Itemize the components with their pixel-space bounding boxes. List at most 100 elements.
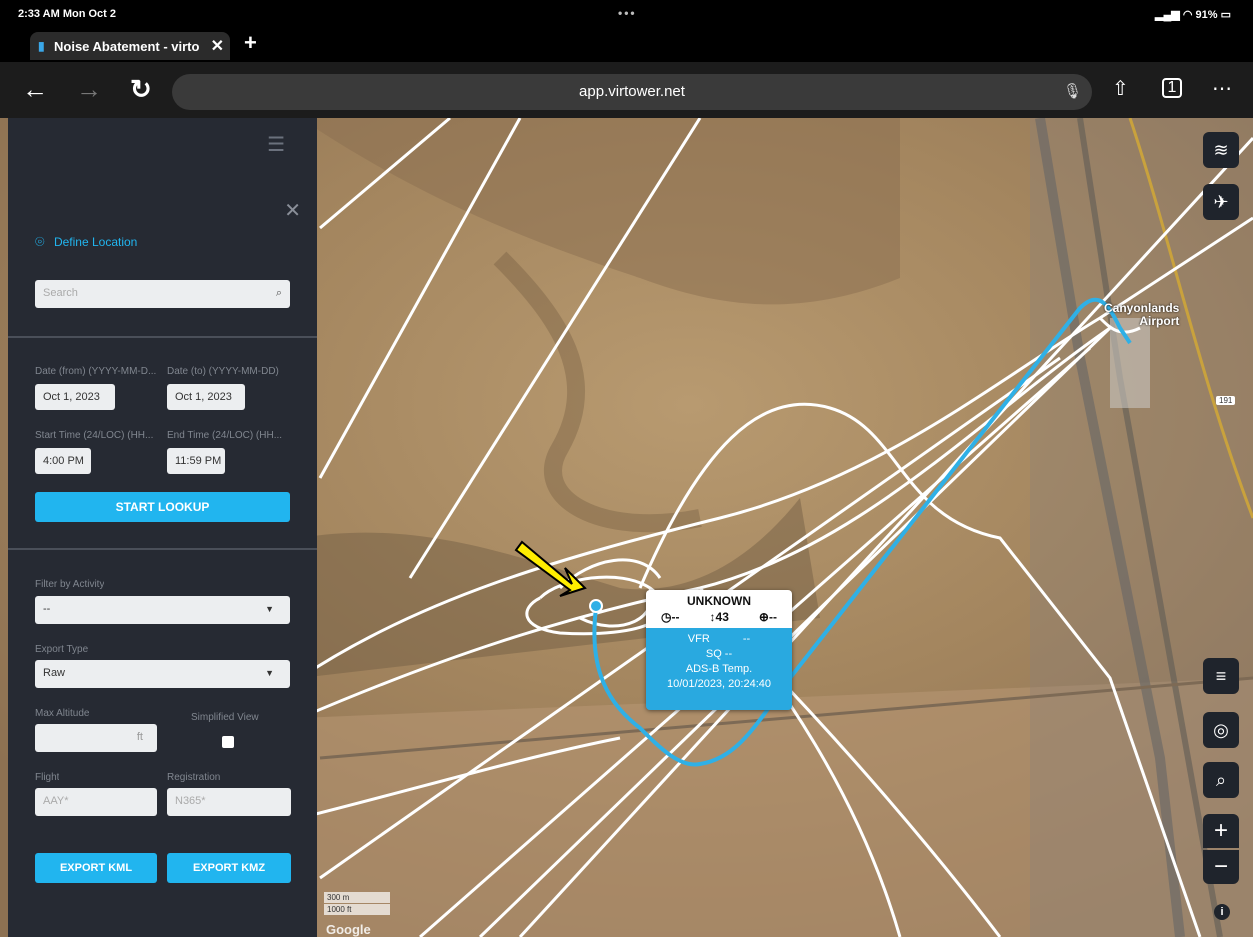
zoom-out-button[interactable]: − (1203, 850, 1239, 884)
altitude-metric: ↕43 (710, 610, 729, 624)
plus-icon: + (1213, 817, 1228, 844)
microphone-icon[interactable]: 🎙 (1063, 74, 1082, 110)
crosshair-icon: ◎ (1213, 720, 1229, 740)
back-button[interactable]: ← (22, 74, 48, 105)
start-time-input[interactable]: 4:00 PM (35, 448, 91, 474)
search-favorites-button[interactable]: ⌕ (1203, 762, 1239, 798)
export-type-label: Export Type (35, 644, 89, 655)
data-source: ADS-B Temp. (685, 663, 753, 675)
start-lookup-button[interactable]: START LOOKUP (35, 492, 290, 522)
filter-icon: ≡ (1215, 666, 1227, 686)
dropdown-arrow-icon: ▼ (265, 604, 274, 614)
flight-rules: VFR (687, 633, 710, 645)
close-tab-icon[interactable]: ✕ (211, 36, 224, 56)
airport-label: Canyonlands Airport (1104, 301, 1180, 328)
lookup-panel: ✕ ⌾ Define Location Search ⌕ Date (from)… (8, 188, 317, 937)
browser-tab[interactable]: ▮ Noise Abatement - virto ✕ (30, 32, 230, 60)
battery-icon: ▭ (1220, 9, 1231, 21)
map-scale: 300 m 1000 ft (324, 892, 390, 915)
more-icon[interactable]: ⋯ (1212, 76, 1232, 101)
aircraft-marker[interactable] (589, 599, 603, 613)
end-time-label: End Time (24/LOC) (HH... (167, 430, 283, 441)
gauge-icon: ◷ (661, 610, 672, 624)
search-placeholder: Search (43, 287, 78, 299)
forward-button[interactable]: → (76, 74, 102, 105)
start-time-label: Start Time (24/LOC) (HH... (35, 430, 154, 441)
status-right: ▂▄▆ ◠ 91% ▭ (1155, 8, 1231, 21)
flight-input[interactable]: AAY* (35, 788, 157, 816)
filter-button[interactable]: ≡ (1203, 658, 1239, 694)
dropdown-arrow-icon: ▼ (265, 668, 274, 678)
share-icon[interactable]: ⇧ (1112, 76, 1129, 101)
menu-icon[interactable]: ☰ (267, 132, 285, 157)
plane-icon: ✈ (1213, 192, 1229, 212)
aircraft-popup[interactable]: UNKNOWN ◷-- ↕43 ⊕-- VFR -- SQ -- ADS-B T… (646, 590, 792, 710)
altitude-unit: ft (136, 731, 143, 743)
close-panel-icon[interactable]: ✕ (284, 198, 301, 223)
scale-feet: 1000 ft (324, 904, 390, 915)
reload-button[interactable]: ↻ (130, 74, 152, 105)
export-kml-button[interactable]: EXPORT KML (35, 853, 157, 883)
layers-button[interactable]: ≋ (1203, 132, 1239, 168)
heading-metric: ⊕-- (759, 610, 777, 624)
define-location-link[interactable]: ⌾ Define Location (35, 234, 137, 252)
max-altitude-input[interactable]: ft (35, 724, 157, 752)
speed-value: -- (671, 610, 680, 624)
altitude-value: 43 (715, 610, 729, 624)
export-type-select[interactable]: Raw ▼ (35, 660, 290, 688)
browser-toolbar: ← → ↻ app.virtower.net 🎙 ⇧ 1 ⋯ (0, 62, 1253, 118)
define-location-label: Define Location (53, 235, 138, 250)
export-kmz-button[interactable]: EXPORT KMZ (167, 853, 291, 883)
simplified-view-label: Simplified View (191, 712, 259, 723)
end-time-input[interactable]: 11:59 PM (167, 448, 225, 474)
road-label: 191 (1216, 396, 1236, 405)
flight-label: Flight (35, 772, 60, 783)
url-text: app.virtower.net (579, 83, 685, 100)
info-icon[interactable]: i (1214, 904, 1230, 920)
aircraft-button[interactable]: ✈ (1203, 184, 1239, 220)
date-from-input[interactable]: Oct 1, 2023 (35, 384, 115, 410)
flight-rules-value: -- (742, 633, 751, 645)
date-to-input[interactable]: Oct 1, 2023 (167, 384, 245, 410)
divider (8, 336, 317, 338)
filter-activity-label: Filter by Activity (35, 579, 105, 590)
heading-value: -- (768, 610, 777, 624)
popup-body: VFR -- SQ -- ADS-B Temp. 10/01/2023, 20:… (646, 628, 792, 710)
tab-bar: ▮ Noise Abatement - virto ✕ (0, 28, 1253, 62)
layers-icon: ≋ (1213, 140, 1229, 160)
export-type-value: Raw (43, 667, 66, 679)
multitask-dots[interactable]: ••• (618, 6, 637, 20)
search-input[interactable]: Search ⌕ (35, 280, 290, 308)
max-altitude-label: Max Altitude (35, 708, 90, 719)
simplified-view-checkbox[interactable] (222, 736, 234, 748)
tabs-icon[interactable]: 1 (1162, 78, 1182, 98)
popup-header: UNKNOWN ◷-- ↕43 ⊕-- (646, 590, 792, 628)
date-from-label: Date (from) (YYYY-MM-D... (35, 366, 157, 377)
locate-button[interactable]: ◎ (1203, 712, 1239, 748)
date-to-label: Date (to) (YYYY-MM-DD) (167, 366, 279, 377)
filter-activity-value: -- (43, 603, 51, 615)
squawk: SQ -- (705, 648, 733, 660)
popup-callsign: UNKNOWN (687, 594, 751, 608)
filter-activity-select[interactable]: -- ▼ (35, 596, 290, 624)
tab-title: Noise Abatement - virto (54, 39, 200, 54)
registration-label: Registration (167, 772, 221, 783)
scale-meters: 300 m (324, 892, 390, 903)
divider (8, 548, 317, 550)
flight-rules-row: VFR -- (646, 628, 792, 645)
google-logo: Google (326, 922, 371, 937)
favicon-icon: ▮ (38, 39, 45, 53)
popup-metrics: ◷-- ↕43 ⊕-- (646, 608, 792, 624)
zoom-in-button[interactable]: + (1203, 814, 1239, 848)
minus-icon: − (1213, 853, 1228, 880)
registration-input[interactable]: N365* (167, 788, 291, 816)
address-bar[interactable]: app.virtower.net 🎙 (172, 74, 1092, 110)
status-time: 2:33 AM Mon Oct 2 (18, 8, 116, 20)
wifi-icon: ◠ (1182, 9, 1193, 21)
search-star-icon: ⌕ (1215, 770, 1227, 790)
timestamp: 10/01/2023, 20:24:40 (667, 678, 771, 690)
search-icon: ⌕ (275, 287, 282, 299)
compass-icon: ⊕ (758, 610, 769, 624)
new-tab-button[interactable]: + (244, 30, 257, 56)
speed-metric: ◷-- (661, 610, 679, 624)
